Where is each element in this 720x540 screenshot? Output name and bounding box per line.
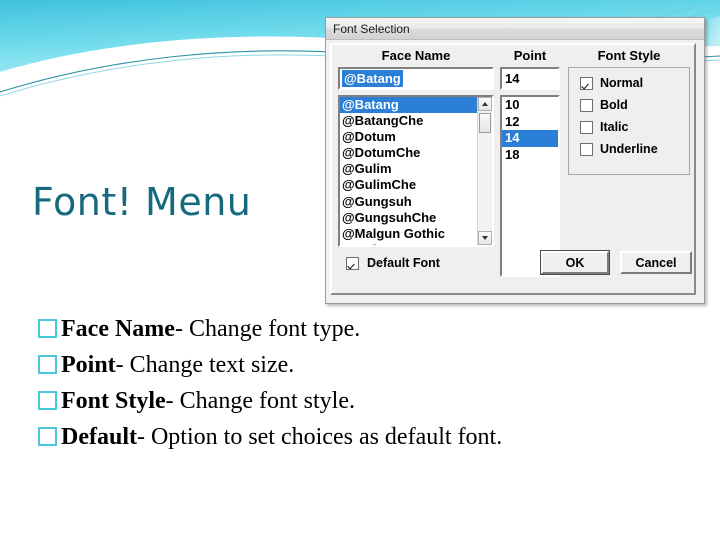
checkbox-default-font[interactable]: Default Font bbox=[346, 256, 440, 270]
checkbox-italic[interactable]: Italic bbox=[580, 120, 689, 134]
bullet-term: Face Name bbox=[61, 316, 175, 342]
dialog-titlebar: Font Selection bbox=[326, 18, 704, 40]
bullet-term: Default bbox=[61, 424, 137, 450]
font-selection-dialog: Font Selection Face Name Point Font Styl… bbox=[325, 17, 705, 304]
checkbox-label: Default Font bbox=[367, 256, 440, 270]
list-item: Default - Option to set choices as defau… bbox=[38, 424, 658, 451]
ok-button[interactable]: OK bbox=[540, 250, 610, 275]
bullet-square-icon bbox=[38, 391, 57, 410]
list-item: Font Style - Change font style. bbox=[38, 388, 658, 415]
checkbox-icon[interactable] bbox=[346, 256, 359, 270]
list-item[interactable]: 10 bbox=[502, 97, 558, 114]
scroll-down-arrow-icon[interactable] bbox=[478, 231, 492, 245]
checkbox-normal[interactable]: Normal bbox=[580, 76, 689, 90]
list-item[interactable]: @Dotum bbox=[340, 129, 478, 145]
bullet-list: Face Name - Change font type. Point - Ch… bbox=[38, 316, 658, 460]
point-input-value: 14 bbox=[505, 71, 520, 86]
list-item[interactable]: @GungsuhChe bbox=[340, 210, 478, 226]
scroll-up-arrow-icon[interactable] bbox=[478, 97, 492, 111]
face-name-list-items: @Batang @BatangChe @Dotum @DotumChe @Gul… bbox=[340, 97, 478, 245]
bullet-description: - Change font style. bbox=[165, 388, 355, 414]
list-item[interactable]: 12 bbox=[502, 114, 558, 131]
checkbox-icon[interactable] bbox=[580, 120, 593, 134]
column-header-point: Point bbox=[513, 48, 547, 63]
checkbox-icon[interactable] bbox=[580, 98, 593, 112]
list-item[interactable]: @Gungsuh bbox=[340, 194, 478, 210]
face-name-listbox[interactable]: @Batang @BatangChe @Dotum @DotumChe @Gul… bbox=[338, 95, 494, 247]
checkbox-label: Underline bbox=[600, 142, 658, 156]
list-item[interactable]: @BatangChe bbox=[340, 113, 478, 129]
list-item[interactable]: @DotumChe bbox=[340, 145, 478, 161]
checkbox-underline[interactable]: Underline bbox=[580, 142, 689, 156]
page-title: Font! Menu bbox=[32, 180, 252, 224]
list-item[interactable]: @Batang bbox=[340, 97, 478, 114]
column-header-face-name: Face Name bbox=[381, 48, 451, 63]
point-input[interactable]: 14 bbox=[500, 67, 560, 90]
checkbox-label: Normal bbox=[600, 76, 644, 90]
face-name-input[interactable]: @Batang bbox=[338, 67, 494, 90]
checkbox-label: Bold bbox=[600, 98, 628, 112]
list-item[interactable]: @Malgun Gothic bbox=[340, 226, 478, 242]
list-item: Face Name - Change font type. bbox=[38, 316, 658, 343]
checkbox-label: Italic bbox=[600, 120, 629, 134]
list-item[interactable]: @GulimChe bbox=[340, 177, 478, 193]
list-item[interactable]: 18 bbox=[502, 147, 558, 164]
list-item[interactable]: @Gulim bbox=[340, 161, 478, 177]
list-item[interactable]: @Meiryo bbox=[340, 242, 478, 245]
bullet-term: Point bbox=[61, 352, 116, 378]
checkbox-bold[interactable]: Bold bbox=[580, 98, 689, 112]
list-item: Point - Change text size. bbox=[38, 352, 658, 379]
dialog-title: Font Selection bbox=[333, 21, 410, 36]
list-item[interactable]: 14 bbox=[502, 130, 558, 147]
bullet-description: - Change font type. bbox=[174, 316, 361, 342]
checkbox-icon[interactable] bbox=[580, 76, 593, 90]
bullet-description: - Change text size. bbox=[115, 352, 295, 378]
point-listbox[interactable]: 10 12 14 18 bbox=[500, 95, 560, 277]
bullet-square-icon bbox=[38, 427, 57, 446]
checkbox-icon[interactable] bbox=[580, 142, 593, 156]
bullet-square-icon bbox=[38, 355, 57, 374]
bullet-description: - Option to set choices as default font. bbox=[136, 424, 503, 450]
font-style-group: Normal Bold Italic Underline bbox=[568, 67, 690, 175]
column-header-font-style: Font Style bbox=[597, 48, 661, 63]
bullet-square-icon bbox=[38, 319, 57, 338]
dialog-body: Face Name Point Font Style @Batang @Bata… bbox=[330, 43, 696, 295]
face-name-scrollbar[interactable] bbox=[477, 97, 492, 245]
scrollbar-thumb[interactable] bbox=[479, 113, 491, 133]
bullet-term: Font Style bbox=[61, 388, 166, 414]
face-name-input-value: @Batang bbox=[342, 70, 403, 87]
cancel-button[interactable]: Cancel bbox=[620, 251, 692, 274]
